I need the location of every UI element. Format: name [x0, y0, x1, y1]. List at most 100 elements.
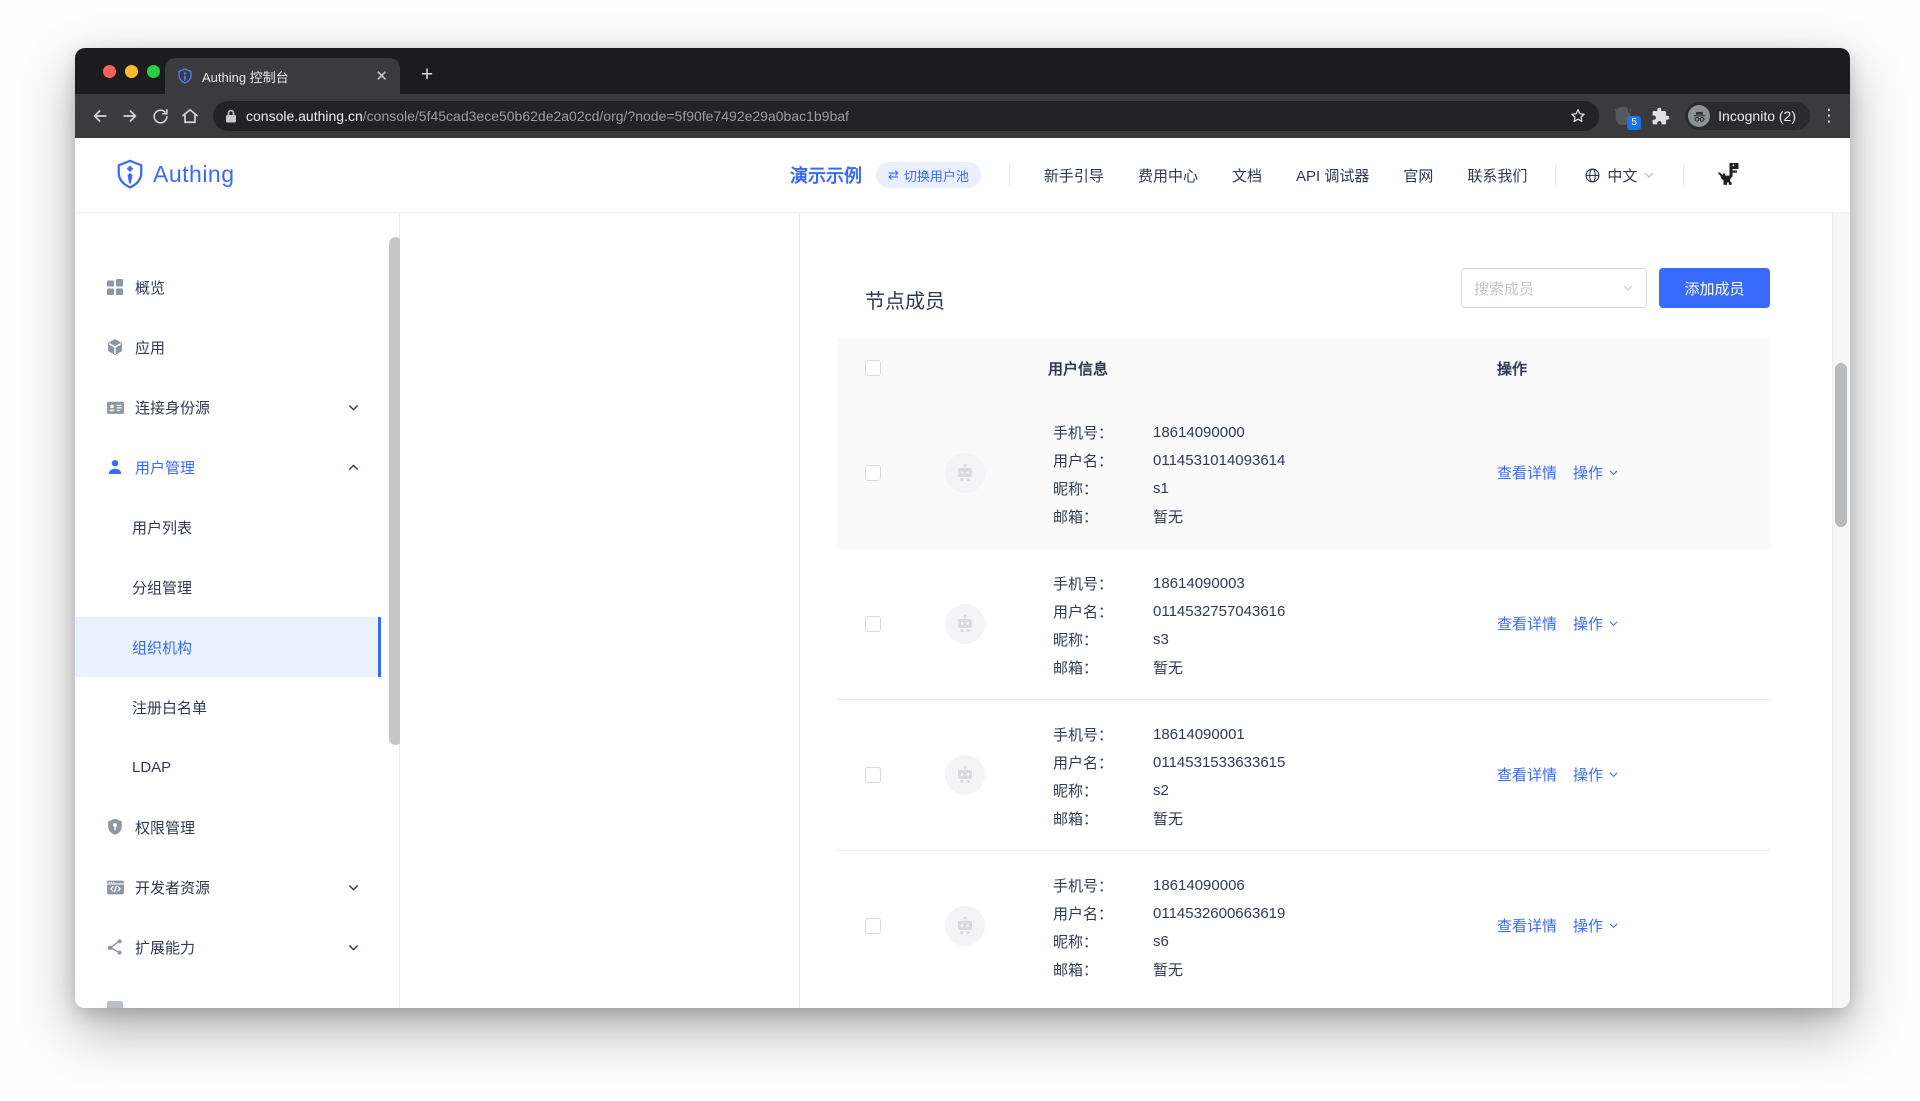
sidebar-item-applications[interactable]: 应用	[75, 317, 400, 377]
row-action-dropdown[interactable]: 操作	[1573, 764, 1619, 785]
code-window-icon	[105, 877, 125, 897]
incognito-label: Incognito (2)	[1718, 108, 1796, 124]
sidebar-item-user-management[interactable]: 用户管理	[75, 437, 400, 497]
dashboard-icon	[105, 277, 125, 297]
avatar	[945, 453, 985, 493]
incognito-profile-chip[interactable]: Incognito (2)	[1685, 102, 1810, 130]
window-controls	[103, 65, 160, 78]
username-value: 0114532757043616	[1153, 603, 1285, 620]
browser-menu-icon[interactable]: ⋮	[1816, 101, 1842, 131]
row-action-dropdown[interactable]: 操作	[1573, 613, 1619, 634]
bookmark-star-icon[interactable]	[1569, 107, 1587, 125]
new-tab-button[interactable]: +	[413, 62, 441, 90]
select-all-checkbox[interactable]	[865, 360, 881, 376]
chevron-down-icon	[1643, 169, 1655, 181]
back-icon[interactable]	[85, 101, 115, 131]
nickname-value: s1	[1153, 480, 1169, 497]
nav-website[interactable]: 官网	[1403, 165, 1433, 186]
minimize-window-button[interactable]	[125, 65, 138, 78]
nav-contact[interactable]: 联系我们	[1467, 165, 1527, 186]
share-nodes-icon	[105, 937, 125, 957]
forward-icon[interactable]	[115, 101, 145, 131]
sidebar-item-group-management[interactable]: 分组管理	[75, 557, 400, 617]
sidebar-item-organization[interactable]: 组织机构	[75, 617, 381, 677]
language-selector[interactable]: 中文	[1584, 165, 1655, 186]
language-label: 中文	[1607, 165, 1637, 186]
org-tree-panel	[400, 212, 800, 1008]
sidebar-item-user-list[interactable]: 用户列表	[75, 497, 400, 557]
email-value: 暂无	[1153, 808, 1183, 829]
avatar	[945, 755, 985, 795]
sidebar-item-registration-whitelist[interactable]: 注册白名单	[75, 677, 400, 737]
browser-tab[interactable]: Authing 控制台 ✕	[165, 58, 400, 94]
username-value: 0114531014093614	[1153, 452, 1285, 469]
table-row: 手机号：18614090000 用户名：0114531014093614 昵称：…	[837, 398, 1770, 549]
table-row: 手机号：18614090003 用户名：0114532757043616 昵称：…	[837, 549, 1770, 700]
username-value: 0114532600663619	[1153, 905, 1285, 922]
sidebar-item-permission-management[interactable]: 权限管理	[75, 797, 400, 857]
search-members-select[interactable]: 搜索成员	[1461, 268, 1647, 308]
tab-bar: Authing 控制台 ✕ +	[75, 48, 1850, 94]
nav-billing[interactable]: 费用中心	[1138, 165, 1198, 186]
zoom-window-button[interactable]	[147, 65, 160, 78]
row-checkbox[interactable]	[865, 767, 881, 783]
extensions-puzzle-icon[interactable]	[1645, 101, 1675, 131]
sidebar-item-overview[interactable]: 概览	[75, 257, 400, 317]
authing-logo[interactable]: Authing	[115, 159, 235, 189]
switch-arrows-icon: ⇄	[888, 167, 899, 183]
id-card-icon	[105, 397, 125, 417]
row-action-dropdown[interactable]: 操作	[1573, 915, 1619, 936]
dino-icon[interactable]	[1716, 163, 1740, 187]
row-checkbox[interactable]	[865, 918, 881, 934]
view-detail-link[interactable]: 查看详情	[1497, 613, 1557, 634]
username-value: 0114531533633615	[1153, 754, 1285, 771]
sidebar-item-developer-resources[interactable]: 开发者资源	[75, 857, 400, 917]
table-row: 手机号：18614090006 用户名：0114532600663619 昵称：…	[837, 851, 1770, 1002]
avatar	[945, 604, 985, 644]
row-checkbox[interactable]	[865, 616, 881, 632]
row-action-dropdown[interactable]: 操作	[1573, 462, 1619, 483]
userpool-name: 演示示例	[790, 162, 862, 188]
nickname-value: s6	[1153, 933, 1169, 950]
row-checkbox[interactable]	[865, 465, 881, 481]
user-icon	[105, 457, 125, 477]
authing-shield-icon	[115, 159, 145, 189]
nav-api-debugger[interactable]: API 调试器	[1296, 165, 1369, 186]
url-host: console.authing.cn	[246, 108, 363, 124]
close-window-button[interactable]	[103, 65, 116, 78]
lock-icon[interactable]	[225, 109, 237, 123]
page-scrollbar[interactable]	[1835, 363, 1847, 527]
sidebar-item-partial[interactable]	[75, 977, 400, 1008]
column-actions: 操作	[1497, 358, 1527, 379]
chevron-down-icon	[1608, 769, 1619, 780]
shield-key-icon	[105, 817, 125, 837]
extension-cat-icon[interactable]: 5	[1609, 101, 1637, 131]
nickname-value: s2	[1153, 782, 1169, 799]
sidebar-item-identity-sources[interactable]: 连接身份源	[75, 377, 400, 437]
search-placeholder: 搜索成员	[1474, 278, 1622, 299]
nav-guide[interactable]: 新手引导	[1044, 165, 1104, 186]
incognito-icon	[1688, 105, 1710, 127]
chevron-down-icon	[347, 941, 360, 954]
url-bar[interactable]: console.authing.cn/console/5f45cad3ece50…	[213, 101, 1599, 131]
add-member-button[interactable]: 添加成员	[1659, 268, 1770, 308]
node-members-panel: 节点成员 搜索成员 添加成员 用户信息 操作 手机号：18614	[800, 212, 1850, 1008]
switch-userpool-button[interactable]: ⇄ 切换用户池	[876, 162, 981, 188]
home-icon[interactable]	[175, 101, 205, 131]
view-detail-link[interactable]: 查看详情	[1497, 915, 1557, 936]
chevron-down-icon	[347, 401, 360, 414]
nav-docs[interactable]: 文档	[1232, 165, 1262, 186]
view-detail-link[interactable]: 查看详情	[1497, 462, 1557, 483]
reload-icon[interactable]	[145, 101, 175, 131]
sidebar-item-extensions[interactable]: 扩展能力	[75, 917, 400, 977]
column-user-info: 用户信息	[1048, 358, 1108, 379]
phone-value: 18614090000	[1153, 424, 1245, 441]
brand-name: Authing	[153, 161, 235, 188]
tab-close-icon[interactable]: ✕	[375, 69, 388, 84]
phone-value: 18614090001	[1153, 726, 1245, 743]
view-detail-link[interactable]: 查看详情	[1497, 764, 1557, 785]
email-value: 暂无	[1153, 959, 1183, 980]
sidebar-item-ldap[interactable]: LDAP	[75, 737, 400, 797]
chevron-down-icon	[347, 881, 360, 894]
page-scrollbar-track	[1832, 212, 1850, 1008]
